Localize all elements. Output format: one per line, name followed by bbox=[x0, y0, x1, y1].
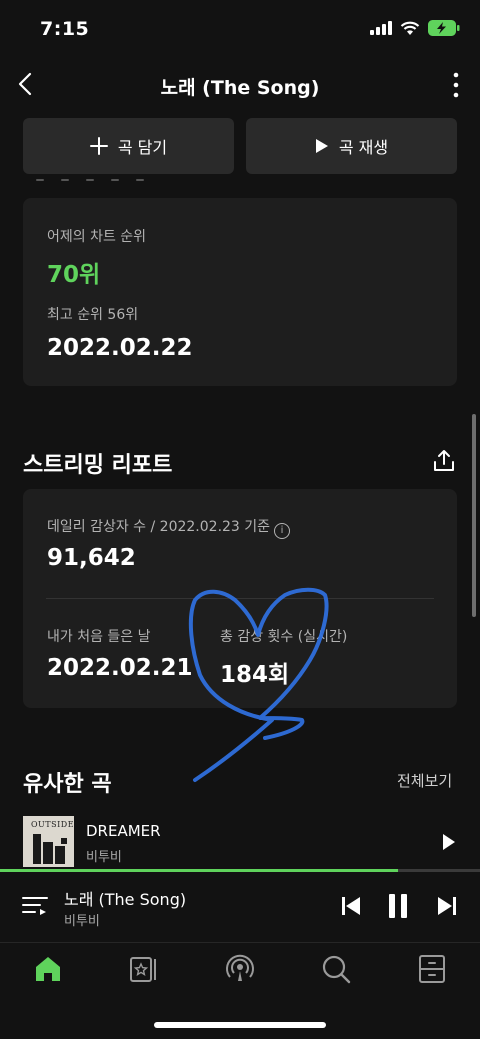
page-title: 노래 (The Song) bbox=[160, 77, 320, 99]
play-song-button[interactable]: 곡 재생 bbox=[246, 118, 457, 174]
similar-songs-title: 유사한 곡 bbox=[23, 772, 112, 797]
list-item[interactable]: OUTSIDE DREAMER 비투비 bbox=[23, 816, 457, 868]
best-rank-label: 최고 순위 56위 bbox=[47, 307, 139, 323]
library-icon[interactable] bbox=[128, 953, 160, 985]
signal-icon bbox=[370, 21, 392, 35]
status-bar: 7:15 bbox=[0, 0, 480, 58]
mini-player[interactable]: 노래 (The Song) 비투비 bbox=[0, 872, 480, 942]
album-art-text: OUTSIDE bbox=[31, 820, 74, 829]
daily-listeners-label: 데일리 감상자 수 / 2022.02.23 기준 i bbox=[47, 516, 291, 539]
share-icon[interactable] bbox=[432, 449, 456, 473]
next-icon[interactable] bbox=[436, 894, 458, 918]
streaming-report-title: 스트리밍 리포트 bbox=[23, 453, 173, 478]
pause-icon[interactable] bbox=[386, 892, 410, 920]
battery-icon bbox=[428, 20, 460, 36]
add-song-label: 곡 담기 bbox=[117, 138, 168, 157]
total-plays-label: 총 감상 횟수 (실시간) bbox=[220, 629, 348, 645]
wifi-icon bbox=[400, 21, 420, 35]
add-song-button[interactable]: 곡 담기 bbox=[23, 118, 234, 174]
divider bbox=[46, 598, 434, 599]
pager-dot bbox=[111, 179, 119, 181]
queue-icon[interactable] bbox=[22, 894, 48, 918]
home-indicator bbox=[154, 1022, 326, 1028]
header: 노래 (The Song) bbox=[0, 62, 480, 108]
home-icon[interactable] bbox=[32, 953, 64, 985]
play-song-label: 곡 재생 bbox=[338, 138, 389, 157]
album-art: OUTSIDE bbox=[23, 816, 74, 867]
status-icons bbox=[370, 20, 460, 36]
song-title: DREAMER bbox=[86, 822, 161, 840]
first-listen-value: 2022.02.21 bbox=[47, 655, 193, 681]
play-icon[interactable] bbox=[441, 832, 457, 852]
see-all-link[interactable]: 전체보기 bbox=[397, 770, 452, 791]
total-plays-value: 184회 bbox=[220, 662, 290, 688]
pager-dots bbox=[36, 179, 144, 181]
yesterday-rank-label: 어제의 차트 순위 bbox=[47, 229, 147, 245]
plus-icon bbox=[89, 137, 108, 155]
chart-rank-card: 어제의 차트 순위 70위 최고 순위 56위 2022.02.22 bbox=[23, 198, 457, 386]
storage-icon[interactable] bbox=[416, 953, 448, 985]
scrollbar[interactable] bbox=[472, 414, 476, 617]
yesterday-rank-value: 70위 bbox=[47, 262, 101, 288]
search-icon[interactable] bbox=[320, 953, 352, 985]
pager-dot bbox=[86, 179, 94, 181]
podcast-icon[interactable] bbox=[224, 953, 256, 985]
status-time: 7:15 bbox=[40, 18, 90, 40]
song-artist: 비투비 bbox=[86, 850, 122, 865]
pager-dot bbox=[61, 179, 69, 181]
play-icon bbox=[315, 139, 328, 153]
first-listen-label: 내가 처음 들은 날 bbox=[47, 629, 151, 645]
more-icon[interactable] bbox=[446, 70, 466, 100]
pager-dot bbox=[136, 179, 144, 181]
streaming-report-card: 데일리 감상자 수 / 2022.02.23 기준 i 91,642 내가 처음 … bbox=[23, 489, 457, 708]
action-row: 곡 담기 곡 재생 bbox=[23, 118, 457, 174]
player-title: 노래 (The Song) bbox=[64, 890, 187, 909]
previous-icon[interactable] bbox=[340, 894, 362, 918]
daily-listeners-text: 데일리 감상자 수 / 2022.02.23 기준 bbox=[47, 519, 271, 535]
player-artist: 비투비 bbox=[64, 914, 100, 929]
pager-dot bbox=[36, 179, 44, 181]
info-icon[interactable]: i bbox=[274, 523, 291, 539]
best-rank-date: 2022.02.22 bbox=[47, 335, 193, 361]
daily-listeners-value: 91,642 bbox=[47, 545, 136, 571]
